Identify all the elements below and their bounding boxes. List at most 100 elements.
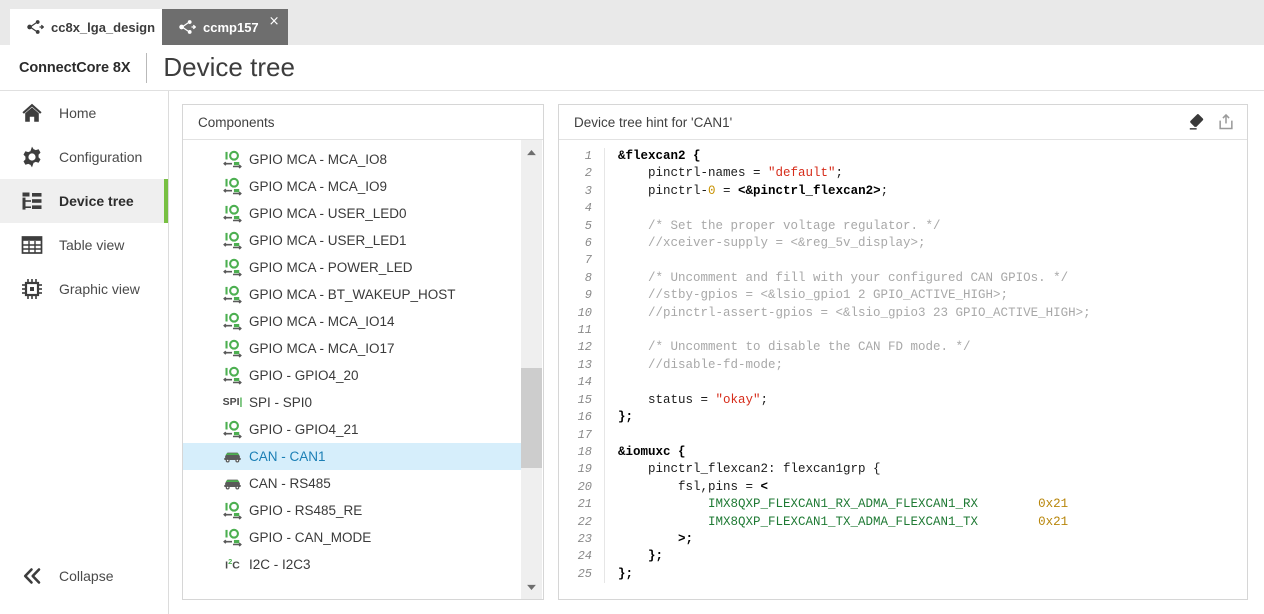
sidebar-collapse-button[interactable]: Collapse [0,554,168,598]
panels-region: Components GPIO MCA - MCA_IO8 GPIO MCA - … [169,91,1264,614]
gpio-icon [223,285,242,304]
component-label: GPIO MCA - POWER_LED [249,260,413,275]
chip-icon [19,276,45,302]
page-header: ConnectCore 8X Device tree [0,45,1264,91]
component-list-item[interactable]: GPIO - GPIO4_21 [183,416,521,443]
code-text: >; [678,531,694,546]
sidebar-item-device-tree[interactable]: Device tree [0,179,168,223]
code-text: status = "okay"; [618,392,769,407]
spi-icon: SPI| [222,396,243,409]
tab-cc8x-lga-design[interactable]: cc8x_lga_design × [10,9,184,45]
code-line: 4 [559,200,1247,218]
code-line: 14 [559,374,1247,392]
gpio-icon [223,258,242,277]
sidebar-item-configuration[interactable]: Configuration [0,135,168,179]
tab-label: cc8x_lga_design [51,19,156,35]
code-line: 7 [559,252,1247,270]
component-list-item[interactable]: GPIO MCA - MCA_IO9 [183,173,521,200]
sidebar-item-label: Configuration [59,149,143,165]
code-line: 12 /* Uncomment to disable the CAN FD mo… [559,339,1247,357]
hint-panel-header: Device tree hint for 'CAN1' [559,105,1247,140]
sidebar-item-graphic-view[interactable]: Graphic view [0,267,168,311]
code-line: 5 /* Set the proper voltage regulator. *… [559,217,1247,236]
gpio-icon [223,177,242,196]
code-text: /* Set the proper voltage regulator. */ [618,218,941,233]
application-window: ConnectCore 8X Device tree Home Configur… [0,45,1264,614]
code-text: //disable-fd-mode; [618,357,784,372]
component-label: GPIO MCA - MCA_IO14 [249,314,395,329]
code-line: 3 pinctrl-0 = <&pinctrl_flexcan2>; [559,182,1247,201]
code-line: 9 //stby-gpios = <&lsio_gpio1 2 GPIO_ACT… [559,287,1247,305]
component-label: GPIO MCA - BT_WAKEUP_HOST [249,287,456,302]
code-text: }; [648,549,664,564]
scroll-up-arrow-icon[interactable] [521,143,542,161]
code-text: pinctrl-0 = <&pinctrl_flexcan2>; [618,183,889,198]
component-list-item[interactable]: GPIO MCA - MCA_IO8 [183,146,521,173]
code-text: pinctrl-names = "default"; [618,166,844,181]
tab-label: ccmp157 [203,19,259,35]
component-label: GPIO MCA - MCA_IO8 [249,152,388,167]
components-panel: Components GPIO MCA - MCA_IO8 GPIO MCA - … [182,104,544,600]
component-list-item[interactable]: GPIO MCA - BT_WAKEUP_HOST [183,281,521,308]
code-line: 20 fsl,pins = < [559,478,1247,497]
components-scrollbar[interactable] [521,140,542,599]
gpio-icon [223,339,242,358]
gear-icon [19,144,45,170]
tab-ccmp157[interactable]: ccmp157 × [162,9,288,45]
component-list-item[interactable]: CAN - CAN1 [183,443,521,470]
component-list-item[interactable]: CAN - RS485 [183,470,521,497]
sidebar-item-home[interactable]: Home [0,91,168,135]
component-list-item[interactable]: I2C I2C - I2C3 [183,551,521,578]
tab-bar: cc8x_lga_design × ccmp157 × [0,0,1264,45]
component-list-item[interactable]: GPIO MCA - USER_LED1 [183,227,521,254]
scroll-down-arrow-icon[interactable] [521,578,542,596]
component-list-item[interactable]: SPI| SPI - SPI0 [183,389,521,416]
component-list-item[interactable]: GPIO MCA - MCA_IO14 [183,308,521,335]
line-number: 10 [559,304,605,323]
component-list-item[interactable]: GPIO MCA - POWER_LED [183,254,521,281]
code-text: pinctrl_flexcan2: flexcan1grp { [618,462,881,477]
hint-panel-actions [1188,113,1235,131]
component-label: GPIO - GPIO4_21 [249,422,359,437]
close-icon[interactable]: × [269,15,280,28]
page-title: Device tree [163,52,295,82]
component-label: GPIO MCA - MCA_IO9 [249,179,388,194]
code-lines: 1 &flexcan2 {2 pinctrl-names = "default";… [559,140,1247,584]
components-list-container: GPIO MCA - MCA_IO8 GPIO MCA - MCA_IO9 GPIO… [183,140,543,599]
component-list-item[interactable]: GPIO MCA - MCA_IO17 [183,335,521,362]
scrollbar-thumb[interactable] [521,368,542,468]
line-number: 15 [559,391,605,410]
component-list-item[interactable]: GPIO - CAN_MODE [183,524,521,551]
eraser-icon[interactable] [1188,113,1206,131]
component-list-item[interactable]: GPIO - RS485_RE [183,497,521,524]
code-text: IMX8QXP_FLEXCAN1_RX_ADMA_FLEXCAN1_RX 0x2… [708,497,1069,512]
code-line: 15 status = "okay"; [559,391,1247,410]
component-list-item[interactable]: GPIO MCA - USER_LED0 [183,200,521,227]
line-number: 19 [559,461,605,479]
component-label: GPIO MCA - MCA_IO17 [249,341,395,356]
code-line: 10 //pinctrl-assert-gpios = <&lsio_gpio3… [559,304,1247,323]
sidebar-item-table-view[interactable]: Table view [0,223,168,267]
share-nodes-icon [26,18,45,36]
code-text: //xceiver-supply = <&reg_5v_display>; [618,236,926,251]
line-number: 22 [559,513,605,531]
code-text: /* Uncomment and fill with your configur… [618,270,1069,285]
line-number: 16 [559,409,605,427]
code-line: 17 [559,426,1247,444]
components-panel-title: Components [198,114,275,130]
line-number: 5 [559,217,605,236]
export-icon[interactable] [1217,113,1235,131]
code-viewer[interactable]: 1 &flexcan2 {2 pinctrl-names = "default";… [559,140,1247,599]
share-nodes-icon [178,18,197,36]
code-text: /* Uncomment to disable the CAN FD mode.… [618,340,971,355]
home-icon [19,100,45,126]
code-text: //stby-gpios = <&lsio_gpio1 2 GPIO_ACTIV… [618,288,1009,303]
code-line: 2 pinctrl-names = "default"; [559,165,1247,183]
code-line: 24 }; [559,548,1247,566]
code-line: 25}; [559,565,1247,584]
component-list-item[interactable]: GPIO - GPIO4_20 [183,362,521,389]
code-text: }; [618,566,634,581]
